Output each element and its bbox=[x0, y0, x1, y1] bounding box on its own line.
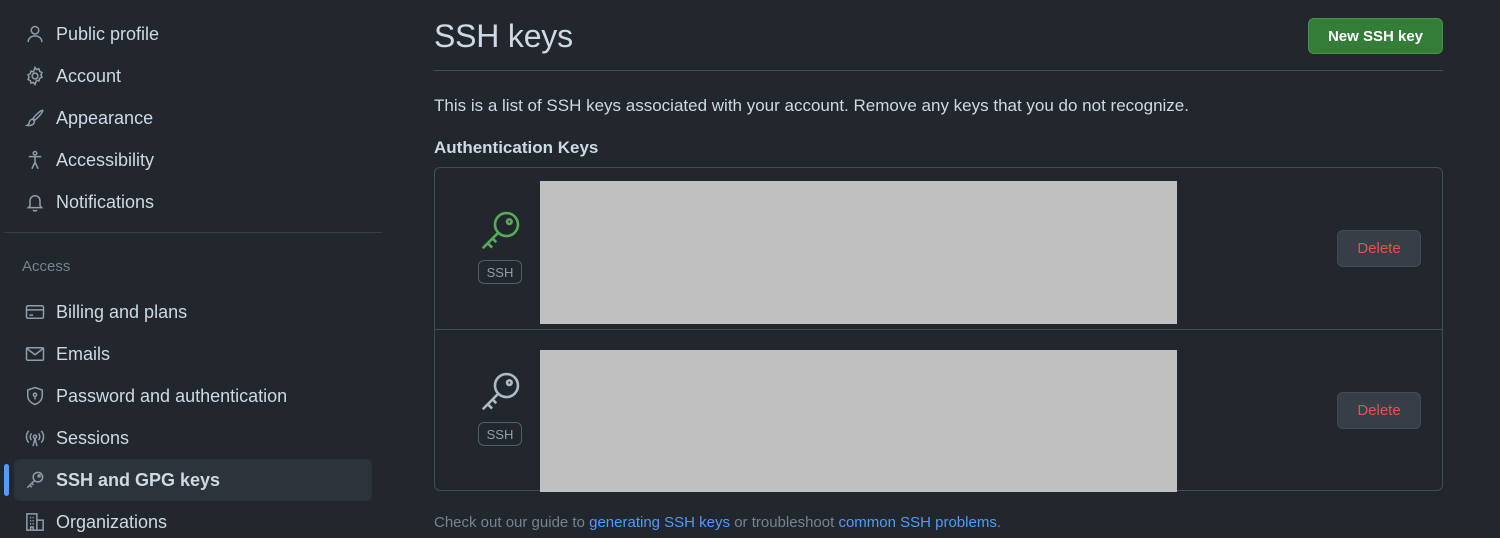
sidebar-item-organizations[interactable]: Organizations bbox=[14, 501, 372, 538]
delete-key-button[interactable]: Delete bbox=[1337, 230, 1421, 267]
sidebar-item-account[interactable]: Account bbox=[14, 55, 372, 97]
redacted-key-details bbox=[540, 350, 1177, 492]
sidebar-item-notifications[interactable]: Notifications bbox=[14, 181, 372, 223]
sidebar-item-label: Organizations bbox=[56, 511, 168, 532]
sidebar-item-label: Sessions bbox=[56, 427, 130, 448]
footer-suffix: . bbox=[996, 514, 1001, 531]
settings-sidebar: Public profile Account Appearance Access… bbox=[0, 0, 390, 538]
sidebar-item-label: Emails bbox=[56, 343, 111, 364]
broadcast-icon bbox=[24, 427, 46, 449]
bell-icon bbox=[24, 191, 46, 213]
sidebar-item-appearance[interactable]: Appearance bbox=[14, 97, 372, 139]
key-icon bbox=[24, 469, 46, 491]
sidebar-item-sessions[interactable]: Sessions bbox=[14, 417, 372, 459]
person-icon bbox=[24, 23, 46, 45]
sidebar-item-emails[interactable]: Emails bbox=[14, 333, 372, 375]
new-ssh-key-button[interactable]: New SSH key bbox=[1308, 18, 1443, 54]
selected-indicator bbox=[4, 464, 9, 496]
key-type-label: SSH bbox=[478, 422, 522, 446]
credit-card-icon bbox=[24, 301, 46, 323]
sidebar-item-public-profile[interactable]: Public profile bbox=[14, 13, 372, 55]
key-type-label: SSH bbox=[478, 260, 522, 284]
sidebar-item-label: Accessibility bbox=[56, 149, 155, 170]
ssh-keys-list: SSH Delete SSH Delete bbox=[434, 167, 1443, 492]
mail-icon bbox=[24, 343, 46, 365]
key-icon bbox=[481, 372, 520, 411]
sidebar-item-label: Notifications bbox=[56, 191, 155, 212]
shield-lock-icon bbox=[24, 385, 46, 407]
organization-icon bbox=[24, 511, 46, 533]
access-section-heading: Access bbox=[22, 258, 71, 275]
page-description: This is a list of SSH keys associated wi… bbox=[434, 96, 1189, 115]
ssh-keys-panel: SSH keys New SSH key This is a list of S… bbox=[434, 0, 1444, 538]
redacted-key-details bbox=[540, 181, 1177, 324]
help-footer-note: Check out our guide to generating SSH ke… bbox=[434, 514, 1001, 531]
sidebar-item-accessibility[interactable]: Accessibility bbox=[14, 139, 372, 181]
sidebar-item-ssh-gpg-keys[interactable]: SSH and GPG keys bbox=[14, 459, 372, 501]
generating-ssh-keys-link[interactable]: generating SSH keys bbox=[589, 514, 730, 531]
key-icon bbox=[481, 211, 520, 250]
page-title: SSH keys bbox=[434, 18, 573, 54]
ssh-key-item: SSH Delete bbox=[435, 168, 1442, 329]
gear-icon bbox=[24, 65, 46, 87]
sidebar-item-label: Appearance bbox=[56, 107, 154, 128]
paintbrush-icon bbox=[24, 107, 46, 129]
sidebar-item-billing[interactable]: Billing and plans bbox=[14, 291, 372, 333]
authentication-keys-heading: Authentication Keys bbox=[434, 138, 599, 157]
sidebar-item-password-authentication[interactable]: Password and authentication bbox=[14, 375, 372, 417]
sidebar-item-label: Public profile bbox=[56, 23, 160, 44]
accessibility-icon bbox=[24, 149, 46, 171]
delete-key-button[interactable]: Delete bbox=[1337, 392, 1421, 429]
sidebar-item-label: SSH and GPG keys bbox=[56, 469, 221, 490]
sidebar-divider bbox=[4, 232, 382, 233]
ssh-key-item: SSH Delete bbox=[435, 329, 1442, 492]
sidebar-item-label: Account bbox=[56, 65, 122, 86]
common-ssh-problems-link[interactable]: common SSH problems bbox=[838, 514, 996, 531]
sidebar-item-label: Billing and plans bbox=[56, 301, 188, 322]
footer-middle: or troubleshoot bbox=[730, 514, 839, 531]
sidebar-item-label: Password and authentication bbox=[56, 385, 288, 406]
title-divider bbox=[434, 70, 1443, 71]
footer-prefix: Check out our guide to bbox=[434, 514, 590, 531]
